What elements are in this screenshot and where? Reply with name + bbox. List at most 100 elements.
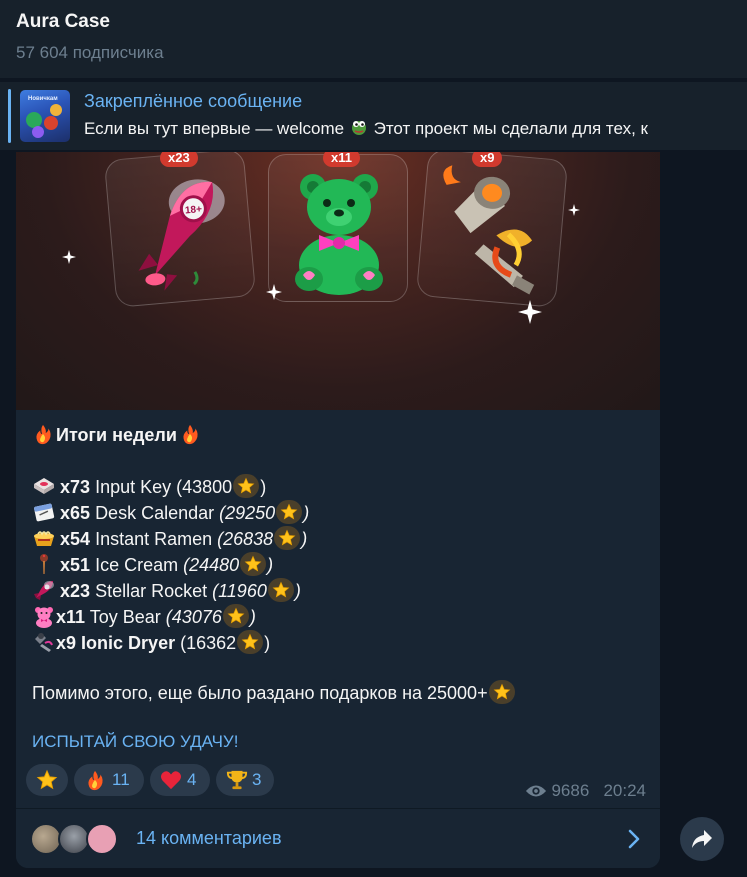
- item-name: Toy Bear: [89, 607, 161, 627]
- item-value: (16362: [180, 633, 237, 653]
- item-value: (43076: [165, 607, 222, 627]
- heart-icon: [161, 771, 181, 790]
- item-close: ): [264, 633, 271, 653]
- star-icon: [274, 526, 301, 550]
- pinned-thumb-label: Новичкам: [28, 96, 58, 102]
- list-item: x65 Desk Calendar (29250): [32, 500, 309, 526]
- item-count: x73: [60, 477, 91, 497]
- reaction-trophy[interactable]: 3: [216, 764, 274, 796]
- share-arrow-icon: [692, 830, 712, 848]
- stellar-rocket-icon: 18+: [138, 179, 225, 291]
- chevron-right-icon: [628, 829, 640, 849]
- reaction-star[interactable]: [26, 764, 68, 796]
- item-name: Instant Ramen: [95, 529, 213, 549]
- subscriber-count: 57 604 подписчика: [16, 43, 164, 62]
- star-icon: [222, 604, 249, 628]
- item-value: (29250: [219, 503, 276, 523]
- reaction-count: 4: [187, 770, 197, 789]
- pinned-thumbnail: Новичкам: [20, 90, 70, 142]
- reaction-count: 11: [112, 770, 130, 789]
- ice-cream-icon: [40, 554, 48, 574]
- item-count: x9: [56, 633, 77, 653]
- gift-card-rocket: 18+: [103, 152, 257, 308]
- item-name: Ice Cream: [95, 555, 179, 575]
- input-key-icon: [34, 478, 54, 494]
- frog-emoji-icon: [349, 117, 369, 137]
- star-icon: [233, 474, 260, 498]
- item-close: ): [294, 581, 301, 601]
- sparkle-icon: [266, 284, 282, 300]
- stellar-rocket-icon: [34, 581, 54, 600]
- star-icon: [488, 680, 515, 704]
- fire-icon: [36, 424, 51, 445]
- list-item: x54 Instant Ramen (26838): [32, 526, 307, 552]
- star-icon: [240, 552, 267, 576]
- item-value: (43800: [176, 477, 233, 497]
- comments-bar[interactable]: 14 комментариев: [16, 808, 660, 868]
- list-item: x51 Ice Cream (24480): [32, 552, 273, 578]
- channel-title[interactable]: Aura Case: [16, 11, 110, 33]
- cta-link[interactable]: ИСПЫТАЙ СВОЮ УДАЧУ!: [32, 732, 238, 752]
- message-bubble: 18+ x23 x11 x9 Итоги недели x73 Input Ke…: [16, 152, 660, 868]
- list-item: x23 Stellar Rocket (11960): [32, 578, 301, 604]
- reaction-fire[interactable]: 11: [74, 764, 144, 796]
- item-value: (11960: [212, 581, 267, 601]
- fire-icon: [88, 770, 103, 791]
- fire-icon: [183, 424, 198, 445]
- views-eye-icon: [526, 785, 547, 797]
- post-extra: Помимо этого, еще было раздано подарков …: [32, 680, 516, 706]
- star-icon: [36, 769, 58, 790]
- post-heading: Итоги недели: [32, 422, 205, 448]
- item-close: ): [303, 503, 310, 523]
- gift-card-dryer: [415, 152, 569, 308]
- rocket-age-label: 18+: [185, 204, 203, 216]
- item-count: x51: [60, 555, 91, 575]
- sparkle-icon: [62, 250, 76, 264]
- item-name: Desk Calendar: [95, 503, 215, 523]
- item-count: x54: [60, 529, 91, 549]
- view-count: 9686: [551, 781, 590, 800]
- star-icon: [267, 578, 294, 602]
- gift-card-bear: [268, 154, 408, 302]
- item-count: x65: [60, 503, 91, 523]
- commenter-avatar: [86, 823, 118, 855]
- pinned-indicator: [8, 89, 11, 143]
- list-item: x9 Ionic Dryer (16362): [32, 630, 270, 656]
- toy-bear-icon: [35, 607, 53, 628]
- star-icon: [237, 630, 264, 654]
- ionic-dryer-icon: [443, 165, 535, 295]
- item-value: (26838: [217, 529, 274, 549]
- item-close: ): [260, 477, 267, 497]
- channel-header: Aura Case 57 604 подписчика: [0, 0, 747, 78]
- list-item: x73 Input Key (43800): [32, 474, 266, 500]
- trophy-icon: [226, 770, 248, 790]
- post-media[interactable]: 18+ x23 x11 x9: [16, 152, 660, 410]
- ionic-dryer-icon: [35, 633, 53, 652]
- comments-count: 14 комментариев: [136, 828, 282, 848]
- pinned-title: Закреплённое сообщение: [84, 91, 303, 111]
- reaction-heart[interactable]: 4: [150, 764, 210, 796]
- item-name: Ionic Dryer: [81, 633, 176, 653]
- sparkle-icon: [518, 300, 542, 324]
- star-icon: [276, 500, 303, 524]
- pinned-message[interactable]: Новичкам Закреплённое сообщение Если вы …: [0, 82, 747, 150]
- desk-calendar-icon: [34, 503, 55, 522]
- item-close: ): [267, 555, 274, 575]
- message-time: 20:24: [603, 781, 646, 800]
- item-value: (24480: [183, 555, 240, 575]
- pinned-text-before: Если вы тут впервые — welcome: [84, 119, 345, 138]
- pinned-text: Если вы тут впервые — welcome Этот проек…: [84, 117, 747, 139]
- sparkle-icon: [568, 204, 580, 216]
- item-close: ): [249, 607, 256, 627]
- item-count: x11: [56, 607, 86, 627]
- message-meta: 9686 20:24: [525, 781, 646, 801]
- instant-ramen-icon: [34, 531, 54, 546]
- share-button[interactable]: [680, 817, 724, 861]
- item-name: Input Key: [95, 477, 172, 497]
- gift-multiplier-badge: x9: [472, 152, 503, 167]
- post-heading-text: Итоги недели: [56, 425, 177, 445]
- toy-bear-icon: [295, 174, 383, 295]
- post-extra-text: Помимо этого, еще было раздано подарков …: [32, 683, 488, 703]
- item-close: ): [301, 529, 308, 549]
- pinned-text-after: Этот проект мы сделали для тех, к: [373, 119, 648, 138]
